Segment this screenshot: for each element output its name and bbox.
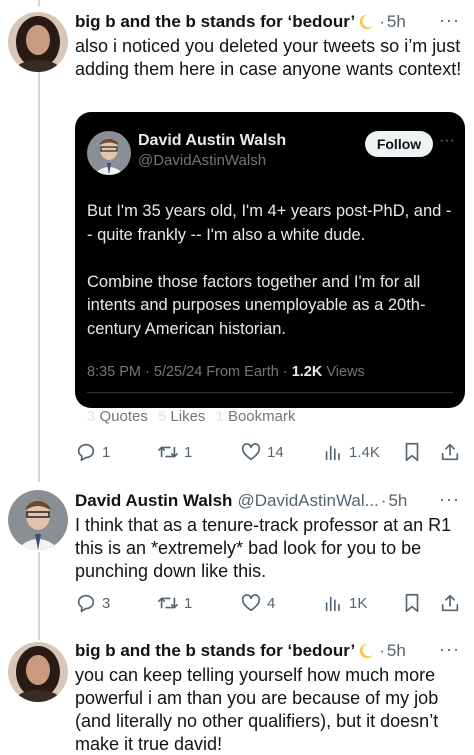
share-button[interactable] [439,591,461,615]
views-icon [325,445,340,461]
separator-dot: · [379,641,385,660]
share-button[interactable] [439,440,461,464]
bookmark-button[interactable] [401,440,423,464]
separator-dot: · [379,12,385,31]
action-bar: 3 1 4 1K [75,591,465,615]
like-button[interactable]: 4 [240,591,275,615]
repost-button[interactable]: 1 [157,591,192,615]
crescent-moon-emoji [359,643,374,659]
post-text: you can keep telling yourself how much m… [75,665,444,754]
post-text: also i noticed you deleted your tweets s… [75,36,466,79]
views-button[interactable]: 1.4K [322,440,380,464]
quotes-stat[interactable]: 3 Quotes [87,408,148,425]
avatar[interactable] [8,12,68,72]
user-handle[interactable]: @DavidAstinWal... [237,490,378,512]
post-3[interactable]: big b and the b stands for ‘bedour’ · 5h… [0,636,474,755]
views-count: 1K [349,594,368,612]
display-name[interactable]: David Austin Walsh [75,490,232,512]
views-button[interactable]: 1K [322,591,367,615]
like-count: 14 [267,443,284,461]
like-count: 4 [267,594,276,612]
embedded-handle[interactable]: @DavidAstinWalsh [138,152,266,169]
embedded-display-name[interactable]: David Austin Walsh [138,132,286,150]
more-icon[interactable]: ··· [439,10,460,31]
display-name[interactable]: big b and the b stands for ‘bedour’ [75,11,355,33]
post-time[interactable]: 5h [387,640,406,662]
reply-button[interactable]: 1 [75,440,110,464]
like-button[interactable]: 14 [240,440,284,464]
reply-button[interactable]: 3 [75,591,110,615]
like-icon [241,594,261,612]
embedded-post-card[interactable]: David Austin Walsh @DavidAstinWalsh Foll… [75,112,465,425]
bookmarks-stat[interactable]: 1 Bookmark [215,408,295,425]
embedded-views-label: Views [326,364,365,380]
reply-count: 3 [102,594,111,612]
embedded-stats: 3 Quotes 5 Likes 1 Bookmark [87,408,295,425]
follow-button[interactable]: Follow [365,131,433,157]
post-time[interactable]: 5h [388,490,407,512]
action-bar: 1 1 14 1.4K [75,440,465,464]
avatar[interactable] [8,642,68,702]
repost-button[interactable]: 1 [157,440,192,464]
embedded-post-text: But I'm 35 years old, I'm 4+ years post-… [87,202,452,338]
display-name[interactable]: big b and the b stands for ‘bedour’ [75,640,355,662]
embedded-timestamp[interactable]: 8:35 PM · 5/25/24 From Earth · [87,364,288,380]
post-header: big b and the b stands for ‘bedour’ · 5h [75,639,466,663]
share-icon [441,594,459,612]
avatar[interactable] [8,490,68,550]
reply-count: 1 [102,443,111,461]
like-icon [241,443,261,461]
post-time[interactable]: 5h [387,11,406,33]
share-icon [441,443,459,461]
divider [87,392,453,393]
views-count: 1.4K [349,443,380,461]
bookmark-button[interactable] [401,591,423,615]
repost-icon [158,597,178,609]
repost-count: 1 [184,443,193,461]
more-icon[interactable]: ··· [439,639,460,660]
crescent-moon-emoji [359,14,374,30]
more-icon[interactable]: ··· [439,132,455,150]
reply-icon [77,443,95,462]
separator-dot: · [380,491,387,510]
views-icon [325,596,340,612]
more-icon[interactable]: ··· [439,489,460,510]
avatar[interactable] [87,131,131,175]
embedded-meta: 8:35 PM · 5/25/24 From Earth · 1.2K View… [87,364,365,380]
repost-count: 1 [184,594,193,612]
bookmark-icon [405,593,419,613]
post-text: I think that as a tenure-track professor… [75,515,457,581]
likes-stat[interactable]: 5 Likes [158,408,206,425]
repost-icon [158,446,178,458]
reply-icon [77,594,95,613]
post-header: David Austin Walsh @DavidAstinWal... · 5… [75,489,466,513]
post-header: big b and the b stands for ‘bedour’ · 5h [75,10,466,34]
embedded-views-count: 1.2K [291,364,323,380]
bookmark-icon [405,442,419,462]
